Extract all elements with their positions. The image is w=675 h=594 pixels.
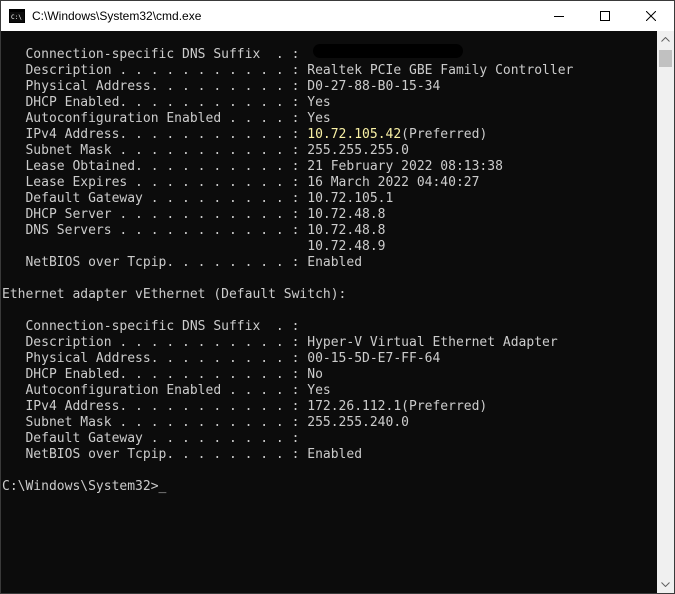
console-line: Connection-specific DNS Suffix . : [2, 47, 308, 62]
console-line: Autoconfiguration Enabled . . . . : Yes [2, 111, 331, 126]
minimize-button[interactable] [536, 1, 582, 31]
console-line: Subnet Mask . . . . . . . . . . . : 255.… [2, 415, 409, 430]
scroll-up-arrow-icon [661, 37, 670, 42]
console-line: Lease Obtained. . . . . . . . . . : 21 F… [2, 159, 503, 174]
highlighted-ip: 10.72.105.42 [307, 127, 402, 142]
console-line: Physical Address. . . . . . . . . : 00-1… [2, 351, 441, 366]
console-line: DNS Servers . . . . . . . . . . . : 10.7… [2, 223, 386, 238]
scroll-up-button[interactable] [657, 31, 674, 48]
console-line: Connection-specific DNS Suffix . : [2, 319, 300, 334]
console-line: NetBIOS over Tcpip. . . . . . . . : Enab… [2, 447, 363, 462]
command-prompt[interactable]: C:\Windows\System32>_ [2, 479, 166, 495]
maximize-button[interactable] [582, 1, 628, 31]
close-icon [646, 11, 656, 21]
close-button[interactable] [628, 1, 674, 31]
adapter-heading: Ethernet adapter vEthernet (Default Swit… [2, 287, 347, 302]
ipv4-suffix: (Preferred) [401, 127, 488, 142]
console-line: Description . . . . . . . . . . . : Hype… [2, 335, 558, 350]
scrollbar-thumb[interactable] [659, 50, 672, 67]
console-line: Default Gateway . . . . . . . . . : [2, 431, 300, 446]
maximize-icon [600, 11, 610, 21]
redaction-mark [313, 44, 463, 58]
cmd-icon: C:\ [9, 8, 25, 24]
console-line: DHCP Enabled. . . . . . . . . . . : No [2, 367, 323, 382]
scroll-down-button[interactable] [657, 576, 674, 593]
console-line: 10.72.48.9 [2, 239, 386, 254]
ipv4-line: IPv4 Address. . . . . . . . . . . : 10.7… [2, 127, 487, 143]
console-line: Description . . . . . . . . . . . : Real… [2, 63, 574, 78]
ipv4-label: IPv4 Address. . . . . . . . . . . : [2, 127, 308, 142]
console-line: Physical Address. . . . . . . . . : D0-2… [2, 79, 441, 94]
console-line: IPv4 Address. . . . . . . . . . . : 172.… [2, 399, 488, 414]
cmd-window: C:\ C:\Windows\System32\cmd.exe Connecti… [0, 0, 675, 594]
console-line: Lease Expires . . . . . . . . . . : 16 M… [2, 175, 480, 190]
console-line: DHCP Server . . . . . . . . . . . : 10.7… [2, 207, 386, 222]
console-line: Subnet Mask . . . . . . . . . . . : 255.… [2, 143, 409, 158]
console-line: Autoconfiguration Enabled . . . . : Yes [2, 383, 331, 398]
window-title: C:\Windows\System32\cmd.exe [32, 9, 202, 23]
minimize-icon [554, 16, 564, 17]
scroll-down-arrow-icon [661, 582, 670, 587]
console-line: Default Gateway . . . . . . . . . : 10.7… [2, 191, 394, 206]
svg-text:C:\: C:\ [11, 14, 22, 21]
console-output[interactable]: Connection-specific DNS Suffix . : Descr… [1, 31, 657, 593]
console-line: NetBIOS over Tcpip. . . . . . . . : Enab… [2, 255, 363, 270]
vertical-scrollbar[interactable] [657, 31, 674, 593]
window-controls [536, 1, 674, 31]
title-bar[interactable]: C:\ C:\Windows\System32\cmd.exe [1, 1, 674, 31]
console-line: DHCP Enabled. . . . . . . . . . . : Yes [2, 95, 331, 110]
